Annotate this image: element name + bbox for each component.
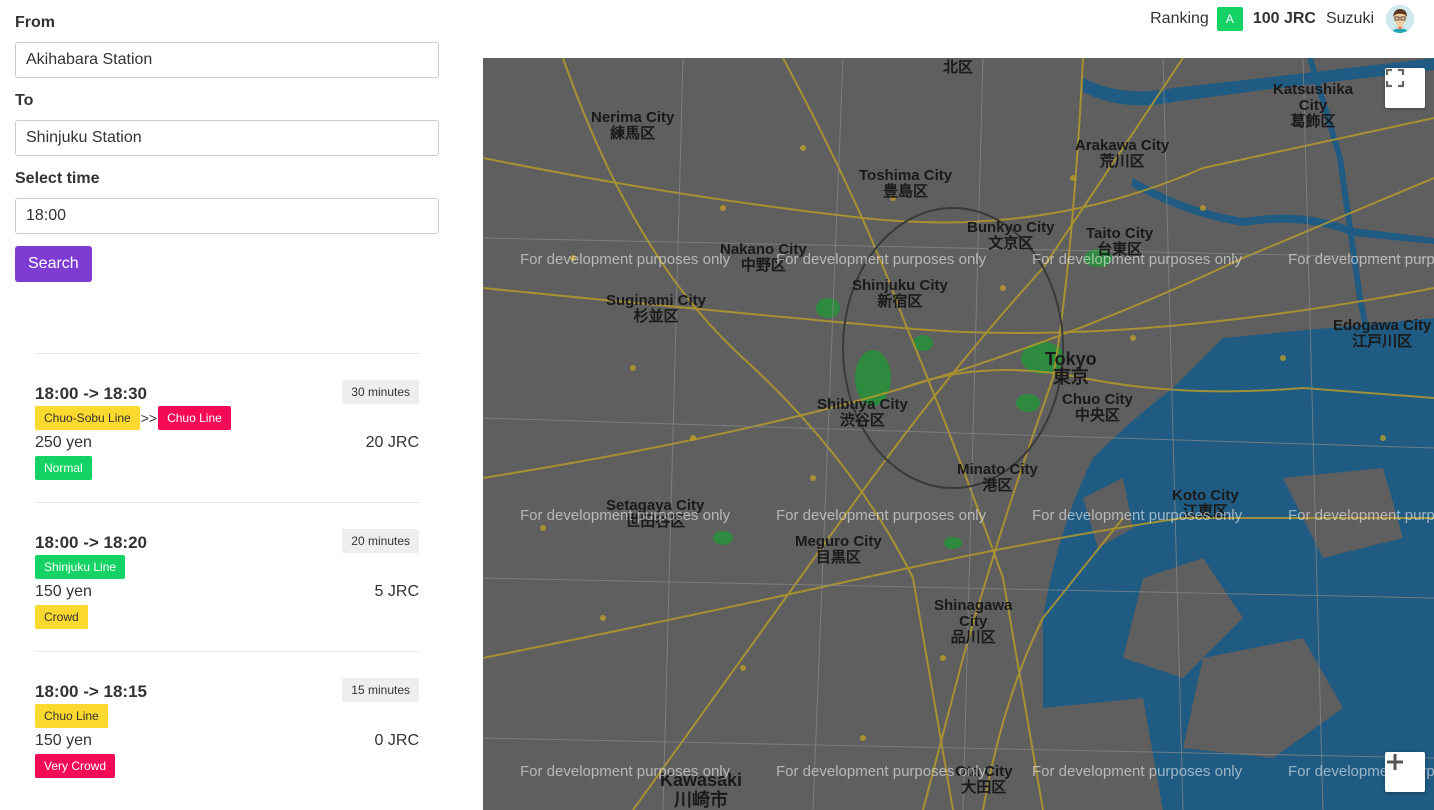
map-canvas [483,58,1434,810]
dev-watermark: For development purposes only [1288,507,1434,524]
from-label: From [15,14,55,31]
map-label-arakawa: Arakawa City 荒川区 [1075,137,1170,170]
route-price: 150 yen [35,583,92,600]
avatar-icon [1386,5,1414,33]
route-time: 18:00 -> 18:20 [35,533,147,552]
map-label-tokyo: Tokyo 東京 [1045,349,1097,387]
route-jrc: 0 JRC [374,732,419,749]
line-badge: Shinjuku Line [35,555,126,579]
route-jrc: 20 JRC [365,434,419,451]
map-label-minato: Minato City 港区 [957,461,1038,494]
from-input[interactable] [15,42,439,78]
dev-watermark: For development purposes only [1032,507,1243,524]
route-card[interactable]: 18:00 -> 18:15 15 minutes Chuo Line 150 … [35,651,419,800]
map-label-toshima: Toshima City 豊島区 [859,167,953,200]
route-card[interactable]: 18:00 -> 18:20 20 minutes Shinjuku Line … [35,502,419,651]
map-label-shinagawa: Shinagawa City 品川区 [934,597,1013,646]
time-label: Select time [15,170,100,187]
map-label-shinjuku: Shinjuku City 新宿区 [852,277,948,310]
dev-watermark: For development purposes only [1032,251,1243,268]
route-time: 18:00 -> 18:15 [35,682,147,701]
zoom-in-button[interactable] [1385,752,1425,792]
route-card[interactable]: 18:00 -> 18:30 30 minutes Chuo-Sobu Line… [35,353,419,502]
map-label-bunkyo: Bunkyo City 文京区 [967,219,1055,252]
dev-watermark: For development purposes only [776,763,987,780]
dev-watermark: For development purposes only [776,507,987,524]
dev-watermark: For development purposes only [520,251,731,268]
line-badge: Chuo Line [35,704,108,728]
to-label: To [15,92,34,109]
route-price: 250 yen [35,434,92,451]
crowd-badge: Very Crowd [35,754,116,778]
map-view[interactable]: Nerima City 練馬区 Toshima City 豊島区 Arakawa… [483,58,1434,810]
map-label-chuo: Chuo City 中央区 [1062,391,1133,424]
route-results: 18:00 -> 18:30 30 minutes Chuo-Sobu Line… [35,353,419,800]
route-price: 150 yen [35,732,92,749]
rank-badge: A [1216,7,1243,31]
to-input[interactable] [15,120,439,156]
map-label-katsushika: Katsushika City 葛飾区 [1273,81,1354,130]
map-label-nerima: Nerima City 練馬区 [591,109,675,142]
route-lines: Chuo-Sobu Line >> Chuo Line [35,406,231,430]
coin-balance: 100 JRC [1252,10,1316,27]
dev-watermark: For development purposes only [1288,251,1434,268]
dev-watermark: For development purposes only [520,763,731,780]
fullscreen-button[interactable] [1385,68,1425,108]
plus-icon [1387,754,1403,770]
map-label-meguro: Meguro City 目黒区 [795,533,882,566]
user-header: Ranking A 100 JRC Suzuki [1150,4,1414,34]
username[interactable]: Suzuki [1326,10,1374,28]
map-label-shibuya: Shibuya City 渋谷区 [817,396,908,429]
dev-watermark: For development purposes only [1032,763,1243,780]
route-duration: 30 minutes [342,380,419,404]
map-label-suginami: Suginami City 杉並区 [606,292,707,325]
route-time: 18:00 -> 18:30 [35,384,147,403]
dev-watermark: For development purposes only [520,507,731,524]
route-lines: Shinjuku Line [35,555,126,579]
ranking-label: Ranking [1150,10,1209,27]
time-input[interactable] [15,198,439,234]
map-label-edogawa: Edogawa City 江戸川区 [1333,317,1432,350]
fullscreen-icon [1385,68,1405,88]
route-lines: Chuo Line [35,704,108,728]
line-badge: Chuo Line [158,406,231,430]
route-jrc: 5 JRC [374,583,419,600]
crowd-badge: Crowd [35,605,88,629]
map-label-kita: 北区 [943,59,974,76]
route-search-form: From To Select time Search [15,14,439,282]
crowd-badge: Normal [35,456,92,480]
dev-watermark: For development purposes only [776,251,987,268]
line-badge: Chuo-Sobu Line [35,406,140,430]
search-button[interactable]: Search [15,246,92,282]
route-duration: 20 minutes [342,529,419,553]
avatar[interactable] [1386,5,1414,33]
transfer-separator: >> [140,410,158,426]
route-duration: 15 minutes [342,678,419,702]
